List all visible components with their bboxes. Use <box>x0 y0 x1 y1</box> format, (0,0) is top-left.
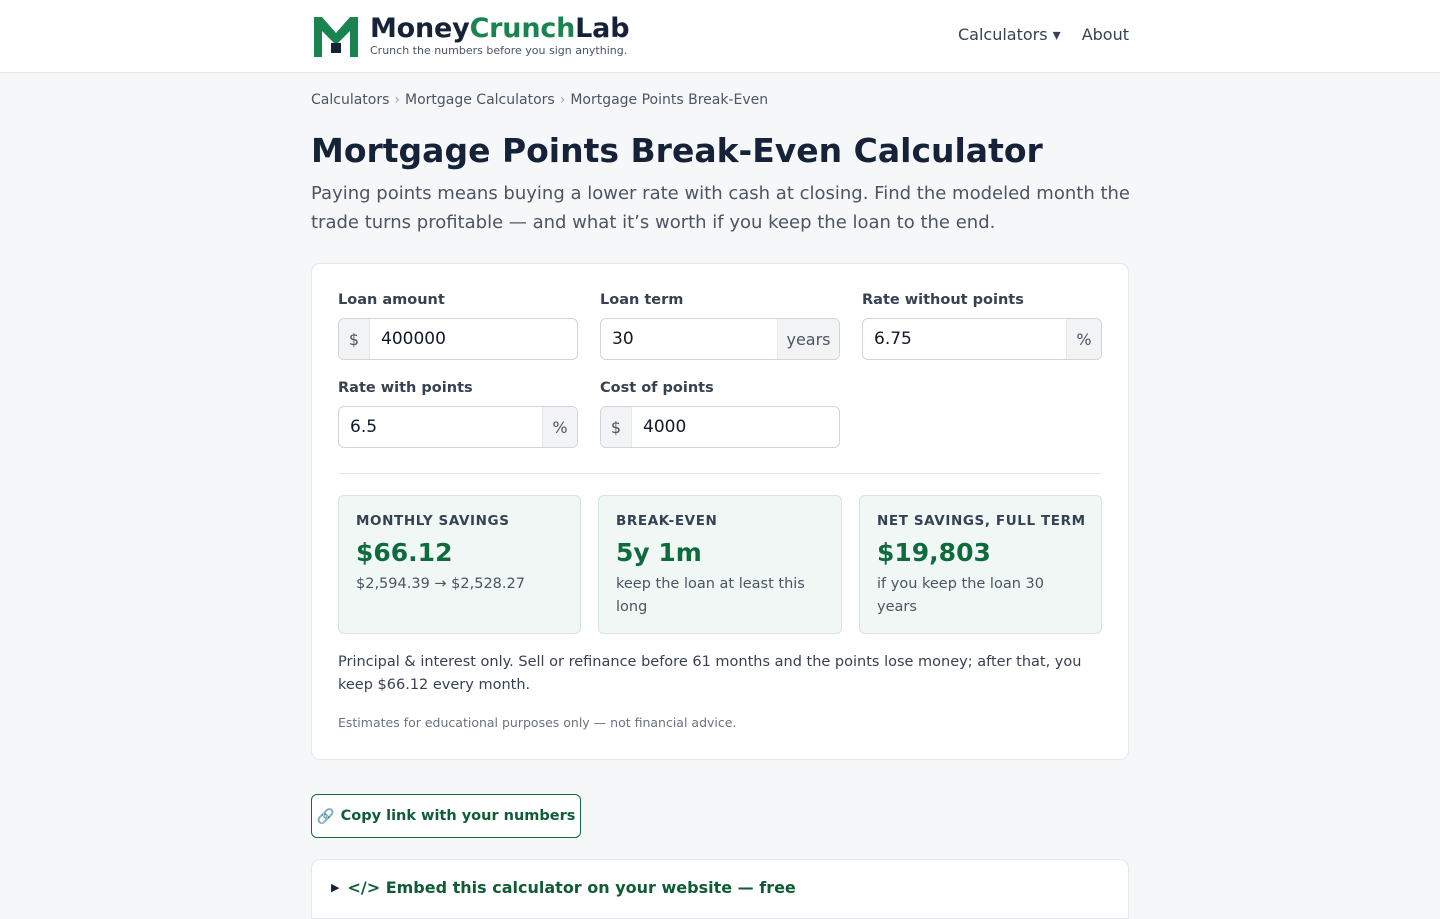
divider <box>338 473 1102 474</box>
rate-with-points-input-group: % <box>338 406 578 448</box>
moneycrunchlab-logo-icon <box>314 17 358 57</box>
net-savings-label: NET SAVINGS, FULL TERM <box>877 513 1086 529</box>
cost-of-points-input[interactable] <box>632 407 839 447</box>
loan-term-input-group: years <box>600 318 840 360</box>
net-savings-value: $19,803 <box>877 538 991 567</box>
brand-name: MoneyCrunchLab <box>370 13 630 44</box>
main-nav: Calculators ▾ About <box>958 24 1129 46</box>
loan-amount-input[interactable] <box>370 319 577 359</box>
percent-suffix: % <box>1066 319 1101 359</box>
loan-term-input[interactable] <box>601 319 777 359</box>
breadcrumb-separator: › <box>394 92 400 108</box>
rate-without-points-input-group: % <box>862 318 1102 360</box>
site-header: MoneyCrunchLab Crunch the numbers before… <box>0 0 1440 73</box>
percent-suffix: % <box>542 407 577 447</box>
break-even-detail: keep the loan at least this long <box>616 576 805 615</box>
break-even-value: 5y 1m <box>616 538 702 567</box>
breadcrumb-mortgage-calculators[interactable]: Mortgage Calculators <box>405 91 555 109</box>
loan-amount-input-group: $ <box>338 318 578 360</box>
monthly-savings-detail: $2,594.39 → $2,528.27 <box>356 576 525 592</box>
rate-without-points-field: Rate without points % <box>862 291 1102 360</box>
breadcrumb-calculators[interactable]: Calculators <box>311 91 389 109</box>
years-suffix: years <box>777 319 839 359</box>
monthly-savings-result: MONTHLY SAVINGS $66.12 $2,594.39 → $2,52… <box>338 495 581 634</box>
dollar-prefix: $ <box>339 319 370 359</box>
embed-toggle-label: </> Embed this calculator on your websit… <box>347 878 796 897</box>
breadcrumb-separator: › <box>559 92 566 108</box>
loan-amount-label: Loan amount <box>338 292 445 308</box>
nav-about-link[interactable]: About <box>1082 24 1129 46</box>
result-explanation: Principal & interest only. Sell or refin… <box>338 654 1082 693</box>
net-savings-result: NET SAVINGS, FULL TERM $19,803 if you ke… <box>859 495 1102 634</box>
monthly-savings-label: MONTHLY SAVINGS <box>356 513 510 529</box>
rate-with-points-label: Rate with points <box>338 380 473 396</box>
embed-toggle[interactable]: ▶ </> Embed this calculator on your webs… <box>331 878 796 898</box>
rate-without-points-label: Rate without points <box>862 292 1024 308</box>
disclosure-triangle-icon: ▶ <box>331 881 340 894</box>
cost-of-points-label: Cost of points <box>600 380 714 396</box>
cost-of-points-input-group: $ <box>600 406 840 448</box>
page-intro: Paying points means buying a lower rate … <box>311 183 1130 233</box>
break-even-result: BREAK-EVEN 5y 1m keep the loan at least … <box>598 495 842 634</box>
breadcrumb: Calculators › Mortgage Calculators › Mor… <box>311 91 768 109</box>
loan-term-label: Loan term <box>600 292 684 308</box>
copy-link-button[interactable]: 🔗 Copy link with your numbers <box>311 794 581 838</box>
page-title: Mortgage Points Break-Even Calculator <box>311 131 1043 170</box>
loan-term-field: Loan term years <box>600 291 840 360</box>
monthly-savings-value: $66.12 <box>356 538 453 567</box>
loan-amount-field: Loan amount $ <box>338 291 578 360</box>
disclaimer: Estimates for educational purposes only … <box>338 715 737 730</box>
rate-with-points-input[interactable] <box>339 407 542 447</box>
brand-logo-link[interactable]: MoneyCrunchLab Crunch the numbers before… <box>312 13 630 59</box>
link-icon: 🔗 <box>316 808 335 825</box>
net-savings-detail: if you keep the loan 30 years <box>877 576 1044 615</box>
copy-link-label: Copy link with your numbers <box>340 808 576 824</box>
brand-tagline: Crunch the numbers before you sign anyth… <box>370 44 628 57</box>
brand-text: MoneyCrunchLab Crunch the numbers before… <box>370 13 630 57</box>
breadcrumb-current: Mortgage Points Break-Even <box>570 92 769 108</box>
rate-with-points-field: Rate with points % <box>338 379 578 448</box>
cost-of-points-field: Cost of points $ <box>600 379 840 448</box>
calculator-card: Loan amount $ Loan term years Rate witho… <box>311 263 1129 760</box>
break-even-label: BREAK-EVEN <box>616 513 718 529</box>
embed-section: ▶ </> Embed this calculator on your webs… <box>311 859 1129 919</box>
dollar-prefix: $ <box>601 407 632 447</box>
rate-without-points-input[interactable] <box>863 319 1066 359</box>
nav-calculators-dropdown[interactable]: Calculators ▾ <box>958 24 1061 46</box>
